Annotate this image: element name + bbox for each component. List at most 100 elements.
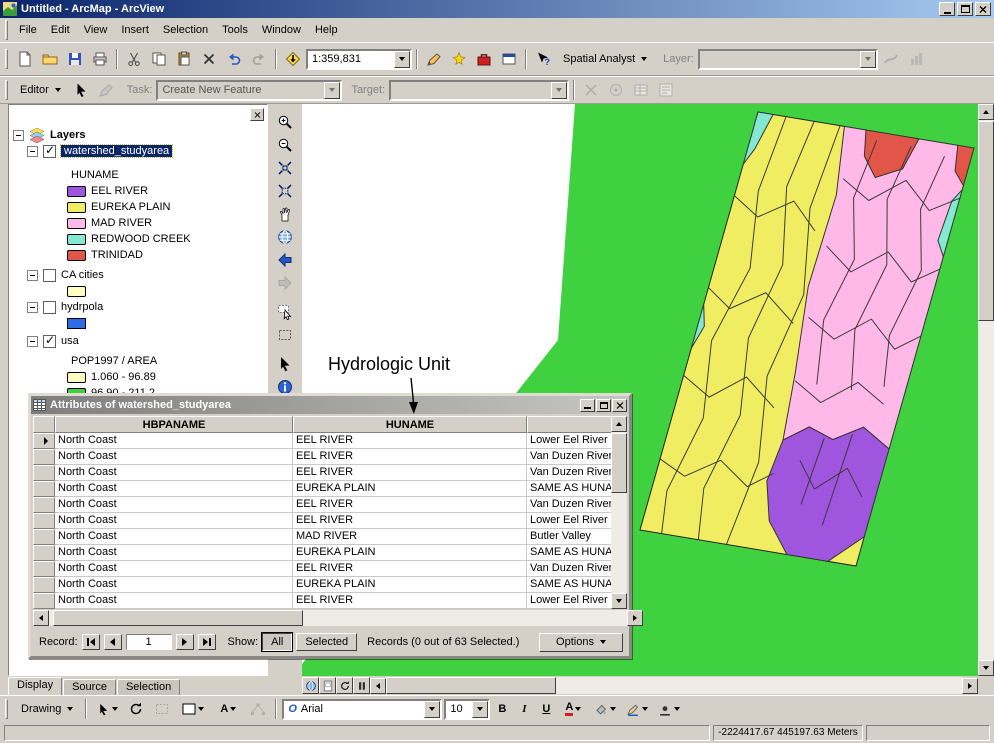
delete-button[interactable] <box>197 47 221 71</box>
layer-name[interactable]: CA cities <box>61 269 104 281</box>
pause-drawing-button[interactable] <box>353 677 370 694</box>
attribute-table-window[interactable]: Attributes of watershed_studyarea HBPANA… <box>28 393 632 659</box>
collapse-icon[interactable] <box>27 270 38 281</box>
table-row[interactable]: North CoastEEL RIVERVan Duzen River <box>33 561 627 577</box>
record-number-input[interactable] <box>126 634 172 650</box>
menu-tools[interactable]: Tools <box>215 21 255 39</box>
collapse-icon[interactable] <box>27 146 38 157</box>
fixed-zoom-in-tool[interactable] <box>273 156 298 179</box>
row-selector[interactable] <box>33 561 55 577</box>
row-selector[interactable] <box>33 577 55 593</box>
copy-button[interactable] <box>147 47 171 71</box>
row-selector[interactable] <box>33 545 55 561</box>
row-selector[interactable] <box>33 497 55 513</box>
layer-name[interactable]: hydrpola <box>61 301 103 313</box>
font-combo[interactable]: O Arial <box>282 699 442 720</box>
back-extent-tool[interactable] <box>273 248 298 271</box>
drawing-menu[interactable]: Drawing <box>14 698 80 720</box>
layer-name[interactable]: usa <box>61 335 79 347</box>
table-vertical-scrollbar[interactable] <box>611 416 627 609</box>
scroll-right-button[interactable] <box>627 610 643 626</box>
shape-tool[interactable] <box>176 697 210 721</box>
redo-button[interactable] <box>247 47 271 71</box>
row-selector[interactable] <box>33 529 55 545</box>
menu-view[interactable]: View <box>77 21 115 39</box>
layer-checkbox[interactable]: ✓ <box>43 145 56 158</box>
toolbar-grip[interactable] <box>5 49 8 69</box>
scrollbar-thumb[interactable] <box>978 121 994 321</box>
table-row[interactable]: North CoastEEL RIVERLower Eel River <box>33 593 627 609</box>
collapse-icon[interactable] <box>13 130 24 141</box>
menu-help[interactable]: Help <box>308 21 345 39</box>
fixed-zoom-out-tool[interactable] <box>273 179 298 202</box>
toolbar-grip[interactable] <box>5 80 8 100</box>
show-selected-button[interactable]: Selected <box>296 633 357 651</box>
maximize-button[interactable] <box>957 2 973 16</box>
scroll-right-button[interactable] <box>962 678 978 694</box>
italic-button[interactable]: I <box>514 699 534 719</box>
scrollbar-thumb[interactable] <box>611 433 627 493</box>
cut-button[interactable] <box>122 47 146 71</box>
layout-view-button[interactable] <box>319 677 336 694</box>
scroll-left-button[interactable] <box>370 678 386 694</box>
toc-root[interactable]: Layers <box>9 127 267 143</box>
scroll-down-button[interactable] <box>978 660 994 676</box>
table-row[interactable]: North CoastEEL RIVERLower Eel River <box>33 433 627 449</box>
map-horizontal-scrollbar[interactable] <box>302 676 994 695</box>
font-size-combo[interactable]: 10 <box>444 699 490 720</box>
show-all-button[interactable]: All <box>262 633 292 651</box>
title-bar[interactable]: Untitled - ArcMap - ArcView <box>0 0 994 18</box>
map-vertical-scrollbar[interactable] <box>978 104 994 676</box>
toc-layer-watershed[interactable]: ✓ watershed_studyarea <box>9 143 267 159</box>
tab-display[interactable]: Display <box>8 677 62 695</box>
print-button[interactable] <box>88 47 112 71</box>
arctoolbox-button[interactable] <box>472 47 496 71</box>
toolbar-grip[interactable] <box>5 20 8 40</box>
refresh-view-button[interactable] <box>336 677 353 694</box>
collapse-icon[interactable] <box>27 336 38 347</box>
close-button[interactable] <box>975 2 991 16</box>
header-huname[interactable]: HUNAME <box>293 416 527 433</box>
editor-toolbar-toggle-button[interactable] <box>422 47 446 71</box>
select-by-rectangle-tool[interactable] <box>273 323 298 346</box>
data-view-button[interactable] <box>302 677 319 694</box>
new-map-button[interactable] <box>13 47 37 71</box>
font-color-button[interactable]: A <box>558 697 588 721</box>
close-button[interactable] <box>612 399 627 412</box>
scrollbar-thumb[interactable] <box>386 677 556 694</box>
tab-selection[interactable]: Selection <box>117 679 180 695</box>
toc-layer-hydrpola[interactable]: ✓ hydrpola <box>9 299 267 315</box>
tab-source[interactable]: Source <box>63 679 116 695</box>
first-record-button[interactable] <box>82 634 100 650</box>
row-selector[interactable] <box>33 449 55 465</box>
bold-button[interactable]: B <box>492 699 512 719</box>
scroll-down-button[interactable] <box>611 593 627 609</box>
whats-this-button[interactable]: ? <box>531 47 555 71</box>
table-row[interactable]: North CoastEUREKA PLAINSAME AS HUNA <box>33 545 627 561</box>
marker-color-button[interactable] <box>654 697 684 721</box>
map-wizard-button[interactable] <box>447 47 471 71</box>
text-tool[interactable]: A <box>212 697 244 721</box>
command-line-button[interactable] <box>497 47 521 71</box>
select-features-tool[interactable] <box>273 300 298 323</box>
menu-selection[interactable]: Selection <box>156 21 215 39</box>
underline-button[interactable]: U <box>536 699 556 719</box>
toc-close-button[interactable] <box>250 108 264 121</box>
scroll-up-button[interactable] <box>978 104 994 120</box>
layer-name[interactable]: watershed_studyarea <box>61 145 172 157</box>
scale-combo[interactable]: 1:359,831 <box>306 49 412 70</box>
menu-insert[interactable]: Insert <box>114 21 156 39</box>
table-row[interactable]: North CoastEUREKA PLAINSAME AS HUNA <box>33 577 627 593</box>
scroll-left-button[interactable] <box>33 610 49 626</box>
spatial-analyst-menu[interactable]: Spatial Analyst <box>556 48 654 70</box>
minimize-button[interactable] <box>939 2 955 16</box>
row-selector[interactable] <box>33 481 55 497</box>
fill-color-button[interactable] <box>590 697 620 721</box>
table-row[interactable]: North CoastEEL RIVERLower Eel River <box>33 513 627 529</box>
minimize-button[interactable] <box>580 399 595 412</box>
table-row[interactable]: North CoastEEL RIVERVan Duzen River <box>33 497 627 513</box>
menu-file[interactable]: File <box>12 21 44 39</box>
attribute-grid[interactable]: HBPANAME HUNAME North CoastEEL RIVERLowe… <box>33 416 627 609</box>
toolbar-grip[interactable] <box>5 699 8 719</box>
table-row[interactable]: North CoastEEL RIVERVan Duzen River <box>33 449 627 465</box>
